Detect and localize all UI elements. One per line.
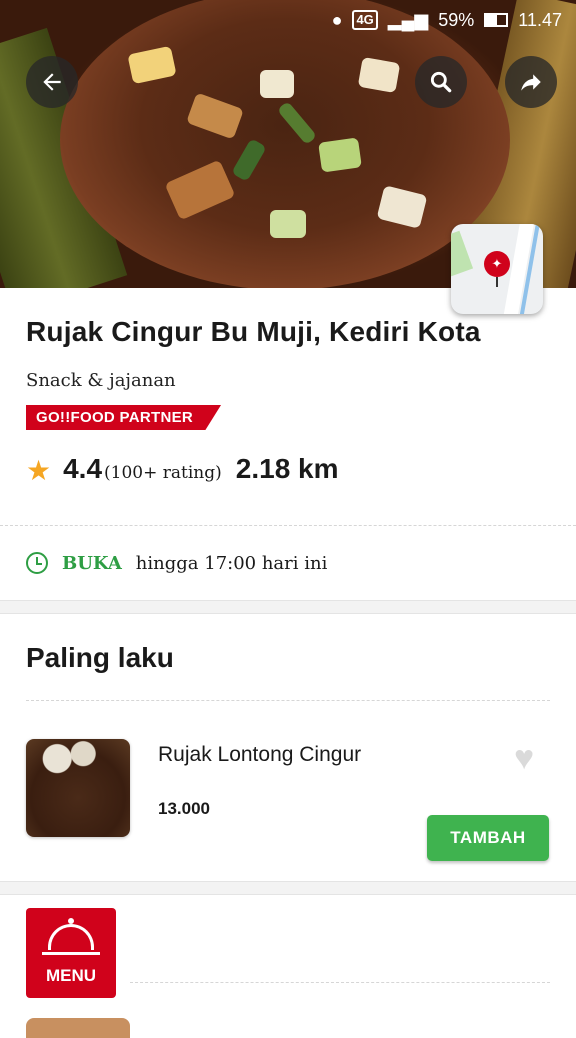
arrow-left-icon <box>43 73 61 91</box>
rating-value: 4.4 <box>63 453 103 484</box>
open-hours: hingga 17:00 hari ini <box>135 552 328 574</box>
section-gap <box>0 600 576 614</box>
item-price: 13.000 <box>158 799 210 818</box>
restaurant-name: Rujak Cingur Bu Muji, Kediri Kota <box>26 316 481 347</box>
item-photo <box>26 1018 130 1038</box>
food-photo <box>60 0 510 288</box>
share-button[interactable] <box>505 56 557 108</box>
favorite-heart-icon[interactable]: ♥ <box>514 741 534 775</box>
rating-count: (100+ rating) <box>104 463 222 483</box>
battery-percent: 59% <box>438 9 475 30</box>
section-title: Paling laku <box>26 642 174 673</box>
section-gap <box>0 881 576 895</box>
distance: 2.18 km <box>235 453 339 484</box>
clock-time: 11.47 <box>518 9 562 30</box>
item-name: Rujak Lontong Cingur <box>158 743 362 766</box>
divider <box>130 982 550 983</box>
menu-button[interactable]: MENU <box>26 908 116 998</box>
clock-icon <box>26 552 48 574</box>
rating-row: ★ 4.4 (100+ rating) 2.18 km <box>26 452 550 486</box>
map-thumbnail[interactable]: ✦ <box>451 224 543 314</box>
search-button[interactable] <box>415 56 467 108</box>
cloche-icon <box>48 924 94 950</box>
bestseller-section: Paling laku Rujak Lontong Cingur 13.000 … <box>0 614 576 881</box>
share-icon <box>521 74 541 91</box>
open-status: BUKA <box>62 552 122 574</box>
battery-icon <box>484 13 509 27</box>
back-button[interactable] <box>26 56 78 108</box>
signal-icon: ▂▄▆ <box>387 9 429 30</box>
network-badge: 4G <box>352 10 378 30</box>
item-photo <box>26 739 130 837</box>
star-icon: ★ <box>26 455 52 486</box>
gofood-partner-badge: GO!!FOOD PARTNER <box>26 405 222 430</box>
add-button[interactable]: TAMBAH <box>427 815 549 861</box>
opening-hours: BUKA hingga 17:00 hari ini <box>0 526 576 600</box>
search-icon <box>430 71 452 93</box>
status-bar: ● 4G ▂▄▆ 59% 11.47 <box>0 0 576 40</box>
map-pin-icon: ✦ <box>484 251 510 277</box>
restaurant-category: Snack & jajanan <box>26 370 176 391</box>
list-item[interactable]: Rujak Lontong Cingur 13.000 ♥ TAMBAH <box>0 701 576 881</box>
location-icon: ● <box>331 9 343 30</box>
menu-label: MENU <box>45 966 97 985</box>
restaurant-info: Rujak Cingur Bu Muji, Kediri Kota Snack … <box>0 288 576 486</box>
